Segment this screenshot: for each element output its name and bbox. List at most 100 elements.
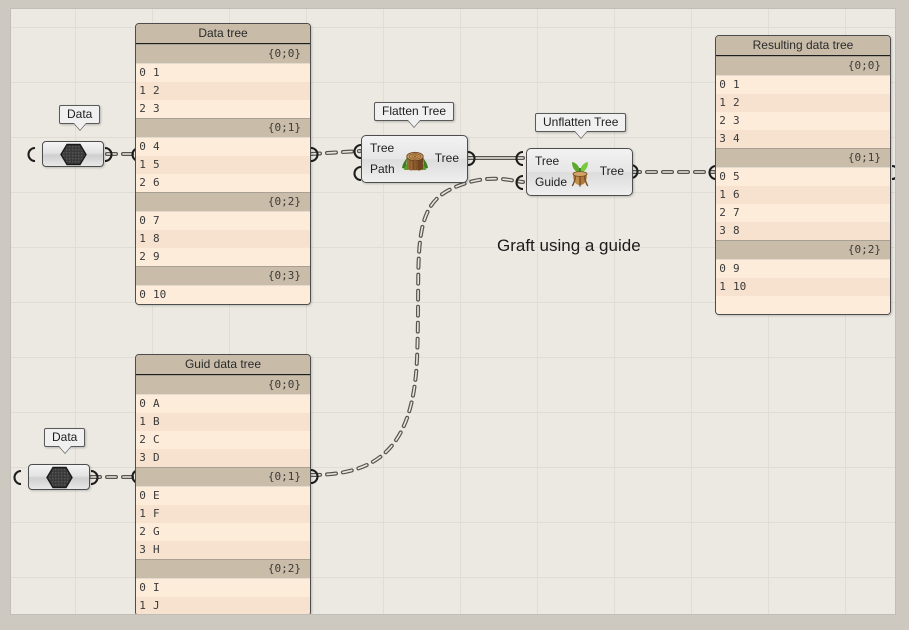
input-pin-tree[interactable]: Tree [370, 141, 394, 155]
item-index: 1 [716, 186, 729, 204]
item-index: 0 [716, 168, 729, 186]
item-value: 7 [149, 212, 160, 230]
tree-item: 12 [716, 94, 890, 112]
tree-item: 16 [716, 186, 890, 204]
item-value: 6 [729, 186, 740, 204]
item-value: B [149, 413, 160, 431]
input-pin-path[interactable]: Path [370, 162, 395, 176]
item-value: 2 [149, 82, 160, 100]
hexagon-icon [60, 143, 87, 166]
item-index: 0 [716, 260, 729, 278]
item-index: 1 [136, 230, 149, 248]
bubble-label: Data [67, 107, 92, 121]
grasshopper-canvas[interactable]: .w-dash{fill:none;stroke:#57544e;stroke-… [10, 8, 896, 615]
item-index: 0 [136, 212, 149, 230]
tree-item: 15 [136, 156, 310, 174]
nickname-bubble-unflatten-tree: Unflatten Tree [535, 113, 626, 132]
bubble-tail [59, 446, 71, 453]
panel-title: Resulting data tree [716, 36, 890, 56]
panel-resulting-data-tree[interactable]: Resulting data tree {0;0} 01 12 23 34 {0… [715, 35, 891, 315]
param-data-bottom[interactable] [28, 464, 90, 490]
sprout-stump-icon [564, 156, 596, 188]
tree-item: 12 [136, 82, 310, 100]
tree-item: 0E [136, 487, 310, 505]
item-index: 2 [136, 248, 149, 266]
hexagon-icon [46, 466, 73, 489]
screenshot-root: .w-dash{fill:none;stroke:#57544e;stroke-… [0, 0, 909, 630]
item-index: 0 [136, 138, 149, 156]
tree-item: 23 [716, 112, 890, 130]
tree-item: 38 [716, 222, 890, 240]
branch-path: {0;0} [136, 44, 310, 64]
item-value: 4 [149, 138, 160, 156]
item-value: 3 [149, 100, 160, 118]
item-value: A [149, 395, 160, 413]
tree-item: 18 [136, 230, 310, 248]
item-value: F [149, 505, 160, 523]
item-value: H [149, 541, 160, 559]
input-pin-tree[interactable]: Tree [535, 154, 559, 168]
item-value: 5 [729, 168, 740, 186]
bubble-label: Flatten Tree [382, 104, 446, 118]
nickname-bubble-flatten-tree: Flatten Tree [374, 102, 454, 121]
branch-path: {0;2} [716, 240, 890, 260]
item-value: 8 [729, 222, 740, 240]
tree-item: 3H [136, 541, 310, 559]
item-value: I [149, 579, 160, 597]
tree-item: 23 [136, 100, 310, 118]
tree-item: 01 [716, 76, 890, 94]
component-unflatten-tree[interactable]: Tree Guide Tree [526, 148, 633, 196]
bubble-tail [408, 120, 420, 127]
item-index: 0 [136, 64, 149, 82]
item-value: 7 [729, 204, 740, 222]
item-index: 3 [716, 130, 729, 148]
output-pin-tree[interactable]: Tree [435, 151, 459, 165]
item-index: 1 [136, 413, 149, 431]
item-index: 1 [716, 94, 729, 112]
panel-body: {0;0} 0A 1B 2C 3D {0;1} 0E 1F 2G 3H {0;2… [136, 375, 310, 615]
tree-item: 09 [716, 260, 890, 278]
item-index: 3 [716, 222, 729, 240]
branch-path: {0;3} [136, 266, 310, 286]
panel-title: Guid data tree [136, 355, 310, 375]
param-data-top[interactable] [42, 141, 104, 167]
item-value: 4 [729, 130, 740, 148]
wire-guidtree-to-unflatten-guide [311, 179, 523, 475]
wire-datatree-to-flatten [311, 151, 360, 154]
item-index: 2 [136, 523, 149, 541]
panel-data-tree[interactable]: Data tree {0;0} 01 12 23 {0;1} 04 15 26 … [135, 23, 311, 305]
branch-path: {0;1} [136, 467, 310, 487]
bubble-label: Unflatten Tree [543, 115, 618, 129]
item-index: 3 [136, 449, 149, 467]
item-index: 1 [136, 597, 149, 615]
item-index: 0 [136, 579, 149, 597]
panel-body: {0;0} 01 12 23 34 {0;1} 05 16 27 38 {0;2… [716, 56, 890, 314]
item-value: J [149, 597, 160, 615]
tree-item: 2C [136, 431, 310, 449]
bubble-tail [575, 131, 587, 138]
item-index: 1 [716, 278, 729, 296]
item-index: 2 [136, 431, 149, 449]
item-value: 5 [149, 156, 160, 174]
output-pin-tree[interactable]: Tree [600, 164, 624, 178]
item-index: 0 [136, 395, 149, 413]
component-flatten-tree[interactable]: Tree Path Tree [361, 135, 468, 183]
item-index: 2 [136, 100, 149, 118]
input-pin-guide[interactable]: Guide [535, 175, 567, 189]
tree-item: 26 [136, 174, 310, 192]
item-value: E [149, 487, 160, 505]
tree-item: 010 [136, 286, 310, 304]
item-value: 3 [729, 112, 740, 130]
item-value: D [149, 449, 160, 467]
branch-path: {0;1} [136, 118, 310, 138]
item-value: 9 [149, 248, 160, 266]
tree-item: 1J [136, 597, 310, 615]
panel-guid-data-tree[interactable]: Guid data tree {0;0} 0A 1B 2C 3D {0;1} 0… [135, 354, 311, 615]
item-index: 0 [716, 76, 729, 94]
branch-path: {0;0} [716, 56, 890, 76]
panel-body: {0;0} 01 12 23 {0;1} 04 15 26 {0;2} 07 1… [136, 44, 310, 304]
item-index: 1 [136, 82, 149, 100]
tree-item: 110 [716, 278, 890, 296]
item-value: C [149, 431, 160, 449]
tree-item: 29 [136, 248, 310, 266]
